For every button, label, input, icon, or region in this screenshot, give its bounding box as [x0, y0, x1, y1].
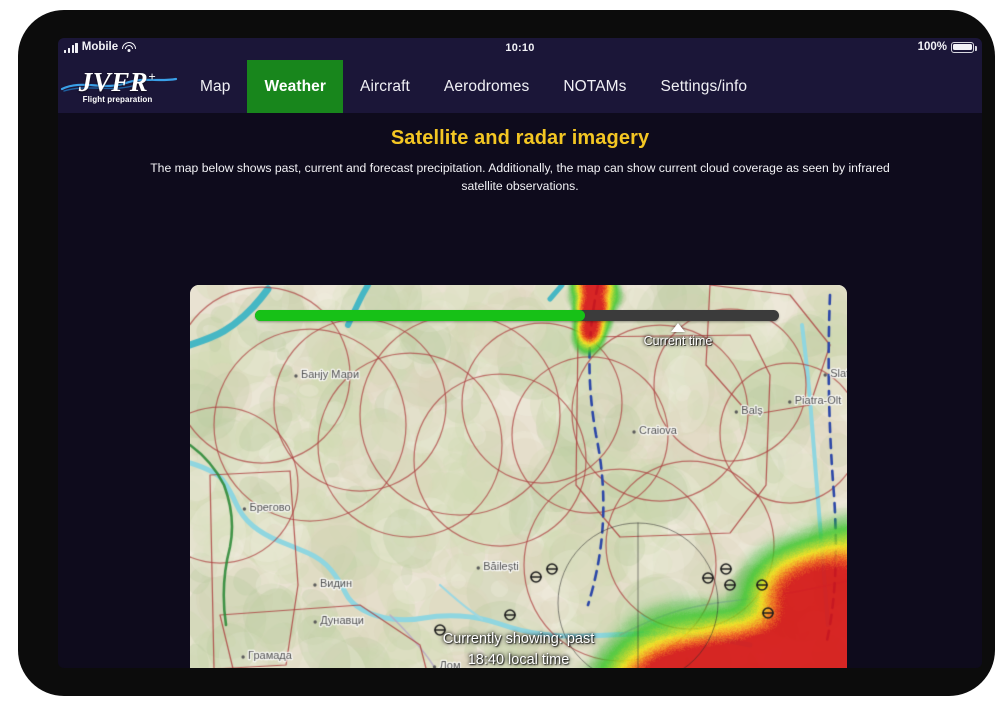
local-time-label: 18:40 local time	[467, 651, 570, 668]
nav-item-aerodromes[interactable]: Aerodromes	[427, 60, 546, 113]
nav-item-weather[interactable]: Weather	[247, 60, 344, 113]
device-frame: Mobile 10:10 100% JVFR+ Flight preparati…	[18, 10, 995, 696]
timeline-slider-fill	[255, 310, 586, 321]
status-bar-clock: 10:10	[505, 42, 535, 54]
currently-showing-label: Currently showing: past	[442, 630, 595, 647]
nav-item-notams[interactable]: NOTAMs	[546, 60, 643, 113]
map-controls: Currently showing: past 18:40 local time…	[190, 629, 847, 668]
logo-tagline: Flight preparation	[82, 95, 153, 104]
brand-logo[interactable]: JVFR+ Flight preparation	[58, 60, 183, 113]
radar-map[interactable]: Current time Currently showing: past 18:…	[190, 285, 847, 668]
timeline-slider[interactable]	[255, 310, 779, 321]
status-bar: Mobile 10:10 100%	[58, 38, 982, 60]
page-title: Satellite and radar imagery	[390, 127, 650, 149]
battery-full-icon	[951, 41, 977, 53]
nav-item-map[interactable]: Map	[183, 60, 247, 113]
logo-plus: +	[148, 69, 157, 84]
nav-items: Map Weather Aircraft Aerodromes NOTAMs Settin…	[183, 60, 764, 113]
logo-wordmark: JVFR+	[79, 69, 156, 96]
map-canvas[interactable]	[190, 285, 847, 668]
page-description: The map below shows past, current and fo…	[150, 161, 890, 194]
logo-name: JVFR	[78, 67, 149, 97]
device-screen: Mobile 10:10 100% JVFR+ Flight preparati…	[58, 38, 982, 668]
page-body: Satellite and radar imagery The map belo…	[58, 113, 982, 668]
battery-percent-label: 100%	[917, 41, 947, 53]
navigation-bar: JVFR+ Flight preparation Map Weather Aircr…	[58, 60, 982, 113]
nav-item-aircraft[interactable]: Aircraft	[343, 60, 427, 113]
nav-item-settings-info[interactable]: Settings/info	[644, 60, 765, 113]
status-bar-right: 100%	[917, 41, 977, 53]
